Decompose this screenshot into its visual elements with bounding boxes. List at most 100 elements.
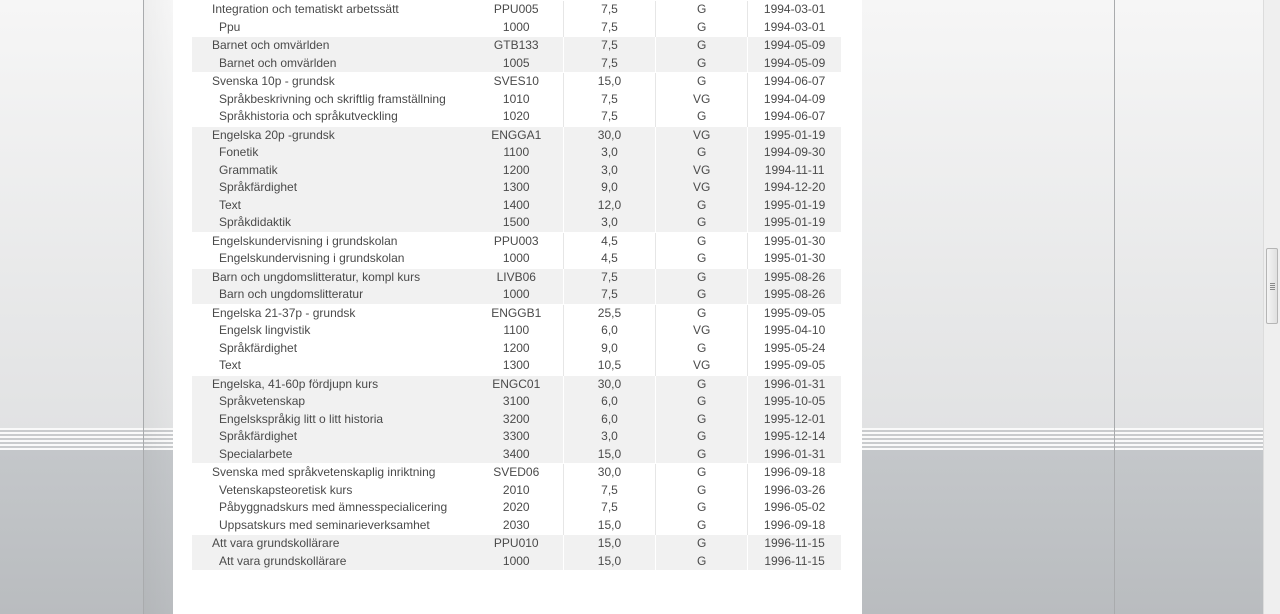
course-module-row: Språkvetenskap 3100 6,0 G 1995-10-05	[192, 393, 841, 411]
course-grade: G	[655, 231, 749, 250]
course-code: 1200	[469, 161, 564, 179]
course-grade: G	[655, 552, 749, 570]
course-code: 3100	[469, 393, 564, 411]
course-grade: G	[655, 72, 749, 91]
course-module-row: Text 1400 12,0 G 1995-01-19	[192, 196, 841, 214]
course-code: 1000	[469, 286, 564, 304]
course-points: 7,5	[563, 18, 657, 37]
course-code: PPU010	[469, 534, 564, 553]
course-points: 15,0	[563, 72, 657, 91]
course-module-row: Uppsatskurs med seminarieverksamhet 2030 1…	[192, 516, 841, 535]
course-grade: VG	[655, 179, 749, 197]
course-date: 1995-08-26	[747, 286, 841, 304]
course-module-row: Språkhistoria och språkutveckling 1020 7,5…	[192, 108, 841, 126]
course-grade: VG	[655, 90, 749, 108]
course-module-row: Språkbeskrivning och skriftlig framställ…	[192, 90, 841, 108]
course-code: GTB133	[469, 36, 564, 55]
course-date: 1996-11-15	[747, 534, 841, 553]
course-name: Språkvetenskap	[192, 393, 470, 411]
course-date: 1995-01-19	[747, 214, 841, 232]
course-grade: G	[655, 374, 749, 393]
course-date: 1996-03-26	[747, 481, 841, 499]
scrollbar-grip-icon	[1270, 283, 1275, 290]
course-row: Engelska 21-37p - grundsk ENGGB1 25,5 G 1995…	[192, 303, 841, 322]
course-code: 1500	[469, 214, 564, 232]
course-results-table: Integration och tematiskt arbetssätt PPU0…	[192, 1, 841, 570]
course-date: 1995-05-24	[747, 339, 841, 357]
course-points: 15,0	[563, 445, 657, 464]
course-points: 7,5	[563, 499, 657, 517]
course-grade: G	[655, 499, 749, 517]
course-code: 1100	[469, 322, 564, 340]
scrollbar-thumb[interactable]	[1266, 248, 1278, 324]
course-date: 1995-12-14	[747, 428, 841, 446]
course-name: Att vara grundskollärare	[192, 534, 470, 553]
course-code: 1200	[469, 339, 564, 357]
course-points: 7,5	[563, 286, 657, 304]
course-module-row: Att vara grundskollärare 1000 15,0 G 1996-11…	[192, 552, 841, 570]
course-date: 1994-05-09	[747, 36, 841, 55]
course-grade: G	[655, 516, 749, 535]
content-panel: Integration och tematiskt arbetssätt PPU0…	[173, 0, 862, 614]
course-row: Att vara grundskollärare PPU010 15,0 G 1996-…	[192, 534, 841, 553]
course-name: Språkhistoria och språkutveckling	[192, 108, 470, 126]
course-table-body: Integration och tematiskt arbetssätt PPU0…	[192, 1, 841, 570]
course-date: 1996-09-18	[747, 516, 841, 535]
course-name: Engelskspråkig litt o litt historia	[192, 410, 470, 428]
course-module-row: Språkfärdighet 3300 3,0 G 1995-12-14	[192, 428, 841, 446]
course-name: Integration och tematiskt arbetssätt	[192, 1, 470, 19]
course-name: Text	[192, 196, 470, 214]
course-row: Integration och tematiskt arbetssätt PPU0…	[192, 1, 841, 19]
course-grade: G	[655, 481, 749, 499]
course-code: 1300	[469, 179, 564, 197]
course-name: Språkfärdighet	[192, 179, 470, 197]
course-points: 30,0	[563, 374, 657, 393]
course-code: LIVB06	[469, 267, 564, 286]
course-grade: G	[655, 54, 749, 73]
course-module-row: Påbyggnadskurs med ämnesspecialicering 20…	[192, 499, 841, 517]
course-code: 1000	[469, 250, 564, 268]
course-points: 9,0	[563, 179, 657, 197]
vertical-scrollbar[interactable]	[1263, 0, 1280, 614]
course-points: 7,5	[563, 36, 657, 55]
course-code: 1100	[469, 144, 564, 162]
course-grade: G	[655, 267, 749, 286]
course-grade: G	[655, 339, 749, 357]
course-name: Barnet och omvärlden	[192, 54, 470, 73]
course-points: 7,5	[563, 481, 657, 499]
course-module-row: Text 1300 10,5 VG 1995-09-05	[192, 357, 841, 375]
course-grade: G	[655, 393, 749, 411]
course-grade: VG	[655, 322, 749, 340]
course-name: Engelskundervisning i grundskolan	[192, 250, 470, 268]
course-row: Barn och ungdomslitteratur, kompl kurs LI…	[192, 267, 841, 286]
course-grade: G	[655, 18, 749, 37]
course-grade: VG	[655, 125, 749, 144]
course-code: SVED06	[469, 463, 564, 482]
course-code: 1300	[469, 357, 564, 375]
course-name: Engelska 20p -grundsk	[192, 125, 470, 144]
course-date: 1994-11-11	[747, 161, 841, 179]
course-name: Språkfärdighet	[192, 428, 470, 446]
course-code: 1010	[469, 90, 564, 108]
course-row: Svenska 10p - grundsk SVES10 15,0 G 1994-06-…	[192, 72, 841, 91]
course-module-row: Barnet och omvärlden 1005 7,5 G 1994-05-09	[192, 54, 841, 73]
course-name: Svenska 10p - grundsk	[192, 72, 470, 91]
course-date: 1996-05-02	[747, 499, 841, 517]
course-date: 1996-01-31	[747, 445, 841, 464]
course-date: 1995-12-01	[747, 410, 841, 428]
course-points: 9,0	[563, 339, 657, 357]
course-name: Vetenskapsteoretisk kurs	[192, 481, 470, 499]
course-name: Påbyggnadskurs med ämnesspecialicering	[192, 499, 470, 517]
course-name: Språkbeskrivning och skriftlig framställ…	[192, 90, 470, 108]
course-code: 2020	[469, 499, 564, 517]
course-module-row: Fonetik 1100 3,0 G 1994-09-30	[192, 144, 841, 162]
course-points: 10,5	[563, 357, 657, 375]
course-date: 1995-09-05	[747, 357, 841, 375]
course-date: 1994-05-09	[747, 54, 841, 73]
course-points: 7,5	[563, 108, 657, 126]
course-row: Engelska, 41-60p fördjupn kurs ENGC01 30,0…	[192, 374, 841, 393]
course-grade: G	[655, 108, 749, 126]
course-date: 1995-10-05	[747, 393, 841, 411]
course-name: Fonetik	[192, 144, 470, 162]
course-code: 3400	[469, 445, 564, 464]
